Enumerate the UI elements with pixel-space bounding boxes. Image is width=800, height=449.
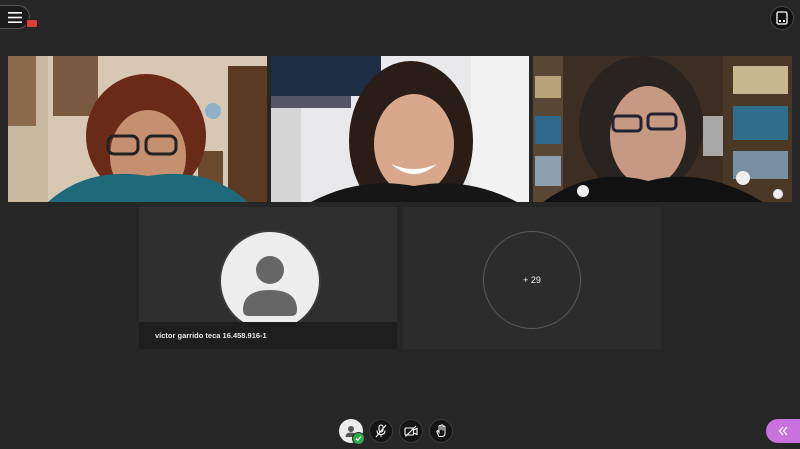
- session-controls: [339, 419, 453, 445]
- microphone-toggle-button[interactable]: [369, 419, 393, 443]
- video-tile-participant-1[interactable]: [8, 56, 267, 202]
- recording-indicator-icon: [26, 19, 38, 28]
- chevron-double-left-icon: [778, 426, 788, 436]
- participant-video: [533, 56, 792, 202]
- avatar: [219, 230, 321, 332]
- participant-video: [8, 56, 267, 202]
- my-status-button[interactable]: [339, 419, 365, 445]
- raise-hand-button[interactable]: [429, 419, 453, 443]
- participant-video: [271, 56, 529, 202]
- switch-view-button[interactable]: [770, 6, 794, 30]
- open-collaborate-panel-button[interactable]: [766, 419, 800, 443]
- status-check-icon: [352, 432, 365, 445]
- avatar-tile-participant-4[interactable]: víctor garrido teca 16.458.916-1: [139, 207, 397, 349]
- participant-name: víctor garrido teca 16.458.916-1: [139, 322, 397, 349]
- hamburger-icon: [7, 11, 22, 23]
- more-participants-tile[interactable]: + 29: [403, 207, 661, 349]
- more-participants-count: + 29: [483, 231, 581, 329]
- video-tile-participant-3[interactable]: [533, 56, 792, 202]
- raise-hand-icon: [436, 424, 446, 437]
- camera-toggle-button[interactable]: [399, 419, 423, 443]
- video-tile-participant-2[interactable]: [271, 56, 529, 202]
- tablet-icon: [776, 11, 788, 25]
- camera-off-icon: [404, 425, 418, 437]
- user-silhouette-icon: [243, 256, 297, 316]
- microphone-muted-icon: [375, 424, 387, 438]
